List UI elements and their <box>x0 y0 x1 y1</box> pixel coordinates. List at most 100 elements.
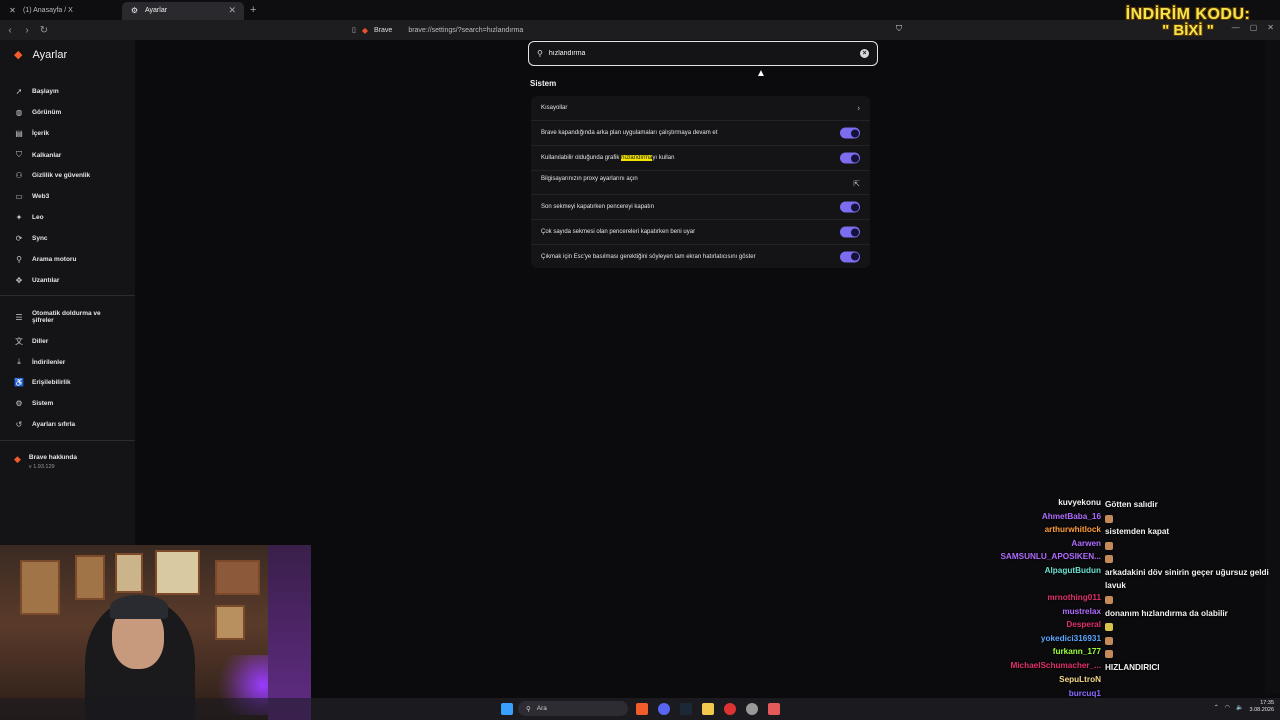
sidebar-item-label: Gizlilik ve güvenlik <box>32 172 91 179</box>
row-proxy-settings[interactable]: Bilgisayarınızın proxy ayarlarını açın ⇱ <box>531 171 870 193</box>
sidebar-item-privacy[interactable]: ⚇ Gizlilik ve güvenlik <box>14 171 90 180</box>
tab-settings[interactable]: ⚙ Ayarlar ✕ <box>122 1 244 20</box>
windows-start-icon[interactable] <box>501 703 513 715</box>
tab-x[interactable]: ✕ (1) Anasayfa / X <box>0 2 122 20</box>
sidebar-item-system[interactable]: ⚙ Sistem <box>14 399 53 408</box>
brave-logo-icon: ◆ <box>14 454 21 464</box>
emote-icon <box>1105 554 1113 563</box>
sidebar-item-web3[interactable]: ▭ Web3 <box>14 192 49 201</box>
new-tab-button[interactable]: + <box>250 4 256 16</box>
folder-taskbar-icon[interactable] <box>702 703 714 715</box>
settings-search[interactable]: ⚲ × <box>528 41 878 66</box>
puzzle-icon: ✥ <box>15 276 23 285</box>
chat-nick: SepuLtroN <box>1059 675 1101 684</box>
chat-text <box>1105 675 1275 684</box>
webcam-feed <box>0 545 311 720</box>
sidebar-item-label: Kalkanlar <box>32 151 62 159</box>
hardware-acceleration-toggle[interactable] <box>840 152 860 164</box>
taskbar-search[interactable]: ⚲ Ara <box>518 701 628 716</box>
chat-message: mrnothing011 <box>990 593 1275 606</box>
leo-icon: ✦ <box>15 213 23 222</box>
sidebar-item-appearance[interactable]: ◍ Görünüm <box>14 108 62 117</box>
settings-taskbar-icon[interactable] <box>746 703 758 715</box>
sidebar-item-leo[interactable]: ✦ Leo <box>14 213 44 222</box>
chat-nick: Desperal <box>1066 620 1101 629</box>
emote-icon <box>1105 636 1113 645</box>
wall-frame <box>155 550 200 595</box>
sidebar-item-extensions[interactable]: ✥ Uzantılar <box>14 276 60 285</box>
sidebar-item-label: Web3 <box>32 193 50 200</box>
content-icon: ▤ <box>15 129 23 138</box>
clock-time: 17:35 <box>1260 700 1274 706</box>
privacy-icon: ⚇ <box>15 171 23 180</box>
list-icon: ☰ <box>15 313 23 322</box>
chat-nick: kuvyekonu <box>1058 498 1101 507</box>
promo-code-overlay: İNDİRİM KODU: " BİXİ " <box>1118 4 1258 48</box>
sidebar-item-languages[interactable]: 文 Diller <box>14 336 48 347</box>
reload-icon[interactable]: ↻ <box>37 25 51 36</box>
download-icon: ⤓ <box>17 357 21 366</box>
row-label-post: yı kullan <box>652 155 675 161</box>
search-input[interactable] <box>548 50 854 57</box>
sidebar-item-content[interactable]: ▤ İçerik <box>14 129 49 138</box>
chevron-up-icon[interactable]: ⌃ <box>1214 704 1219 711</box>
sidebar-item-reset[interactable]: ↺ Ayarları sıfırla <box>14 420 75 429</box>
sidebar-item-downloads[interactable]: ⤓ İndirilenler <box>14 357 65 367</box>
chat-message: Aarwen <box>990 539 1275 552</box>
section-title: Sistem <box>530 79 557 88</box>
external-link-icon[interactable]: ⇱ <box>853 180 860 189</box>
chat-message: kuvyekonu Götten salıdir <box>990 498 1275 511</box>
close-icon[interactable]: ✕ <box>228 5 236 16</box>
clock[interactable]: 17:35 3.08.2026 <box>1250 700 1274 714</box>
row-close-window: Son sekmeyi kapatırken pencereyi kapatın <box>531 195 870 219</box>
chat-message: AhmetBaba_16 <box>990 512 1275 525</box>
back-icon[interactable]: ‹ <box>3 25 17 36</box>
version-label: v 1.93.129 <box>28 464 55 470</box>
sidebar-item-get-started[interactable]: ➚ Başlayın <box>14 87 59 96</box>
sidebar-item-autofill[interactable]: ☰ Otomatik doldurma ve şifreler <box>14 310 129 324</box>
app-taskbar-icon[interactable] <box>724 703 736 715</box>
discord-taskbar-icon[interactable] <box>658 703 670 715</box>
accessibility-icon: ♿ <box>14 378 24 387</box>
close-window-icon[interactable]: ✕ <box>1267 23 1274 32</box>
wall-frame <box>215 605 245 640</box>
chat-message: MichaelSchumacher_... HIZLANDIRICI <box>990 661 1275 674</box>
wifi-icon[interactable]: ◠ <box>1225 704 1230 711</box>
close-window-toggle[interactable] <box>840 201 860 213</box>
forward-icon[interactable]: › <box>20 25 34 36</box>
address-bar[interactable]: ▯ ◆ Brave brave://settings/?search=hızla… <box>352 22 908 38</box>
fullscreen-reminder-toggle[interactable] <box>840 251 860 262</box>
sidebar-item-shields[interactable]: ⛉ Kalkanlar <box>14 150 61 160</box>
sidebar-item-label: Başlayın <box>32 88 59 95</box>
bookmark-icon[interactable]: ▯ <box>352 26 356 34</box>
sidebar-item-sync[interactable]: ⟳ Sync <box>14 234 48 243</box>
warn-close-tabs-toggle[interactable] <box>840 226 860 238</box>
row-hardware-acceleration: Kullanılabilir olduğunda grafik hızlandı… <box>531 146 870 170</box>
system-icon: ⚙ <box>15 399 23 408</box>
x-icon: ✕ <box>9 6 16 15</box>
background-apps-toggle[interactable] <box>840 127 860 139</box>
sidebar-item-label: Diller <box>32 338 49 345</box>
stream-chat: kuvyekonu Götten salıdir AhmetBaba_16 art… <box>990 498 1275 698</box>
row-shortcuts[interactable]: Kısayollar › <box>531 96 870 120</box>
brave-logo-icon: ◆ <box>14 49 23 61</box>
chat-message: AlpagutBudun arkadakini döv sinirin geçer… <box>990 566 1275 592</box>
row-label: Brave kapandığında arka plan uygulamalar… <box>541 130 718 136</box>
chat-message: Desperal <box>990 620 1275 633</box>
clear-search-icon[interactable]: × <box>860 49 869 58</box>
app-taskbar-icon[interactable] <box>768 703 780 715</box>
volume-icon[interactable]: 🔈 <box>1236 704 1243 711</box>
brave-taskbar-icon[interactable] <box>636 703 648 715</box>
steam-taskbar-icon[interactable] <box>680 703 692 715</box>
sidebar-item-accessibility[interactable]: ♿ Erişilebilirlik <box>14 378 71 387</box>
sidebar-item-about[interactable]: ◆ Brave hakkında v 1.93.129 <box>14 454 77 470</box>
palette-icon: ◍ <box>15 108 23 117</box>
shelf-light <box>268 545 311 720</box>
system-tray: ⌃ ◠ 🔈 17:35 3.08.2026 <box>1214 700 1274 714</box>
wall-frame <box>20 560 60 615</box>
sidebar-item-label: Otomatik doldurma ve şifreler <box>32 310 101 324</box>
sidebar-item-label: Sync <box>32 235 48 242</box>
sidebar-item-label: İçerik <box>32 130 49 137</box>
brave-shields-button[interactable]: ⛉ <box>896 24 902 34</box>
sidebar-item-search-engine[interactable]: ⚲ Arama motoru <box>14 255 76 264</box>
